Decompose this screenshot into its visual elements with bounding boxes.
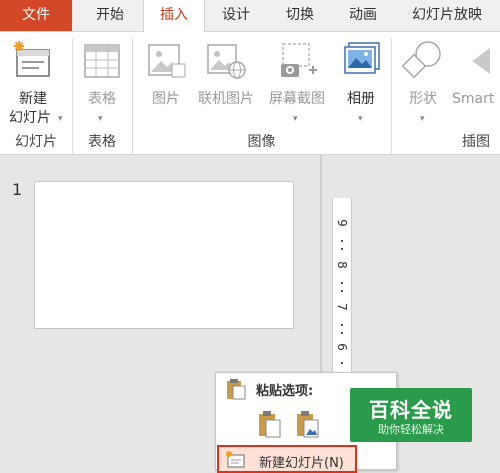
slide-number: 1: [12, 180, 23, 199]
ruler-tick: [341, 324, 343, 326]
ruler-number: 8: [335, 261, 349, 269]
ruler-tick: [341, 282, 343, 284]
chevron-down-icon: ▾: [98, 114, 103, 124]
tab-home[interactable]: 开始: [80, 0, 140, 31]
chevron-down-icon: ▾: [293, 114, 298, 124]
screenshot-icon: [281, 43, 317, 77]
picture-icon: [148, 44, 186, 78]
screenshot-label: 屏幕截图: [269, 91, 325, 107]
photo-album-icon: [344, 42, 380, 74]
tab-design[interactable]: 设计: [206, 0, 266, 31]
group-label-tables: 表格: [88, 134, 116, 150]
ruler-tick: [341, 240, 343, 242]
picture-button[interactable]: 图片: [140, 38, 192, 128]
new-slide-button[interactable]: 新建 幻灯片 ▾: [2, 38, 68, 128]
shapes-label: 形状: [409, 91, 437, 107]
shapes-button[interactable]: 形状 ▾: [398, 38, 448, 128]
tab-file[interactable]: 文件: [0, 0, 72, 31]
smartart-icon: [472, 48, 490, 74]
ruler-tick: [341, 248, 343, 250]
ribbon-panel: 新建 幻灯片 ▾ 表格 ▾ 图片 联机图片 屏幕截图 ▾ 相册 ▾ 形状 ▾ S…: [0, 32, 500, 156]
group-label-images: 图像: [247, 134, 276, 150]
table-button[interactable]: 表格 ▾: [76, 38, 128, 128]
paste-picture-icon: [297, 411, 319, 438]
watermark-logo: 百科全说 助你轻松解决: [350, 388, 472, 442]
ribbon-tab-bar: 文件 开始 插入 设计 切换 动画 幻灯片放映: [0, 0, 500, 32]
paste-keep-source-icon: [259, 411, 281, 438]
table-label: 表格: [88, 91, 116, 107]
group-label-illustrations: 插图: [462, 134, 490, 150]
new-slide-menu-item[interactable]: 新建幻灯片(N): [217, 445, 357, 473]
watermark-subtitle: 助你轻松解决: [378, 423, 444, 436]
watermark-title: 百科全说: [369, 398, 453, 422]
new-slide-icon: [14, 41, 50, 77]
picture-label: 图片: [152, 91, 180, 107]
online-picture-icon: [207, 44, 246, 79]
ruler-tick: [341, 362, 343, 364]
photo-album-button[interactable]: 相册 ▾: [336, 38, 386, 128]
new-slide-label-line1: 新建: [19, 91, 47, 107]
ruler-number: 9: [335, 219, 349, 227]
online-picture-label: 联机图片: [198, 91, 254, 107]
chevron-down-icon: ▾: [420, 114, 425, 124]
new-slide-menu-label: 新建幻灯片(N): [259, 456, 344, 471]
table-icon: [84, 44, 120, 78]
smartart-button[interactable]: Smart: [450, 38, 500, 128]
chevron-down-icon: ▾: [58, 114, 63, 124]
ruler-tick: [341, 332, 343, 334]
tab-transitions[interactable]: 切换: [270, 0, 330, 31]
online-picture-button[interactable]: 联机图片: [193, 38, 259, 128]
ruler-number: 6: [335, 343, 349, 351]
screenshot-button[interactable]: 屏幕截图 ▾: [261, 38, 333, 128]
ruler-number: 7: [335, 303, 349, 311]
tab-animations[interactable]: 动画: [333, 0, 393, 31]
group-divider: [391, 38, 392, 156]
smartart-label: Smart: [452, 91, 495, 107]
clipboard-icon: [227, 379, 246, 400]
new-slide-icon: [226, 451, 245, 468]
tab-insert[interactable]: 插入: [143, 0, 205, 32]
paste-picture-button[interactable]: [296, 410, 320, 438]
shapes-icon: [402, 41, 441, 79]
chevron-down-icon: ▾: [358, 114, 363, 124]
photo-album-label: 相册: [347, 91, 375, 107]
new-slide-label-line2: 幻灯片: [9, 110, 51, 126]
group-label-slides: 幻灯片: [15, 134, 57, 150]
paste-options-title: 粘贴选项:: [256, 384, 314, 399]
slide-thumbnail[interactable]: [34, 181, 294, 329]
paste-keep-source-button[interactable]: [258, 410, 282, 438]
ruler-tick: [341, 290, 343, 292]
tab-slideshow[interactable]: 幻灯片放映: [400, 0, 500, 31]
